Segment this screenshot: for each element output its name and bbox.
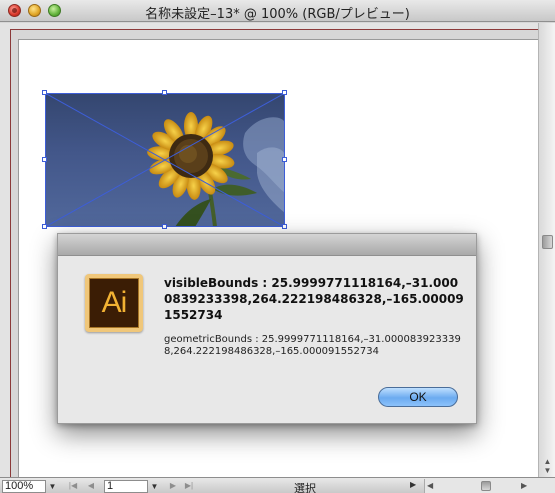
zoom-level-field[interactable]: 100%: [2, 480, 46, 493]
placed-image-sunflower[interactable]: [45, 93, 285, 227]
status-menu-arrow-icon[interactable]: ▶: [410, 480, 416, 489]
selection-crosshair: [45, 93, 285, 227]
illustrator-document-window: 名称未設定–13* @ 100% (RGB/プレビュー) ▲ ▼ 100% ▼ …: [0, 0, 555, 493]
ok-button[interactable]: OK: [378, 387, 458, 407]
artboard-number-field[interactable]: 1: [104, 480, 148, 493]
geometric-bounds-message: geometricBounds : 25.9999771118164,–31.0…: [164, 334, 461, 357]
selection-handle[interactable]: [282, 90, 287, 95]
vertical-scrollbar[interactable]: ▲ ▼: [538, 23, 555, 477]
zoom-dropdown-icon[interactable]: ▼: [46, 480, 59, 493]
scroll-down-arrow-icon[interactable]: ▼: [541, 467, 554, 475]
selection-handle[interactable]: [162, 224, 167, 229]
illustrator-app-icon: Ai: [85, 274, 143, 332]
selection-handle[interactable]: [42, 90, 47, 95]
scroll-up-arrow-icon[interactable]: ▲: [541, 458, 554, 466]
next-artboard-icon[interactable]: ▶: [166, 479, 180, 493]
horizontal-scrollbar[interactable]: ◀ ▶: [424, 479, 555, 493]
selection-handle[interactable]: [282, 224, 287, 229]
selection-handle[interactable]: [282, 157, 287, 162]
alert-dialog: Ai visibleBounds : 25.9999771118164,–31.…: [57, 233, 477, 424]
app-icon-label: Ai: [89, 278, 139, 328]
visible-bounds-message: visibleBounds : 25.9999771118164,–31.000…: [164, 276, 464, 322]
selection-handle[interactable]: [42, 224, 47, 229]
scroll-right-arrow-icon[interactable]: ▶: [521, 479, 527, 493]
vertical-scroll-thumb[interactable]: [542, 235, 553, 249]
selection-handle[interactable]: [162, 90, 167, 95]
first-artboard-icon[interactable]: |◀: [66, 479, 80, 493]
artboard-dropdown-icon[interactable]: ▼: [148, 480, 161, 493]
previous-artboard-icon[interactable]: ◀: [84, 479, 98, 493]
current-tool-status[interactable]: 選択: [240, 480, 370, 493]
last-artboard-icon[interactable]: ▶|: [182, 479, 196, 493]
scroll-left-arrow-icon[interactable]: ◀: [427, 479, 433, 493]
window-title: 名称未設定–13* @ 100% (RGB/プレビュー): [145, 7, 410, 22]
horizontal-scroll-thumb[interactable]: [481, 481, 491, 491]
selection-handle[interactable]: [42, 157, 47, 162]
title-bar[interactable]: 名称未設定–13* @ 100% (RGB/プレビュー): [0, 0, 555, 22]
status-bar: 100% ▼ |◀ ◀ 1 ▼ ▶ ▶| 選択 ▶ ◀ ▶: [0, 477, 555, 493]
dialog-title-bar[interactable]: [58, 234, 476, 256]
